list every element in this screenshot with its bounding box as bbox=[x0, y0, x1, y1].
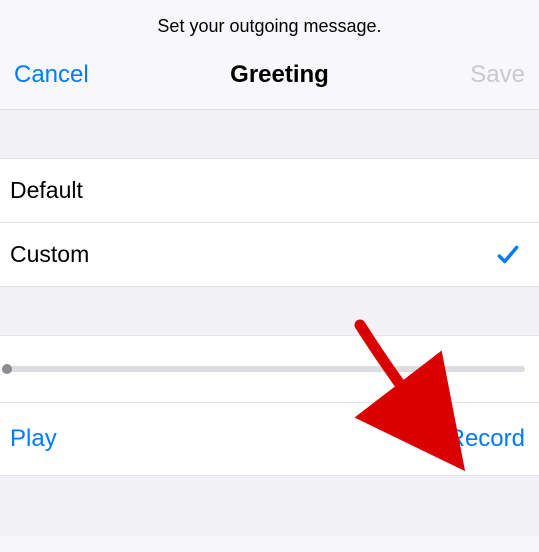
bottom-spacer bbox=[0, 476, 539, 536]
playback-slider-handle[interactable] bbox=[2, 364, 12, 374]
subtitle-text: Set your outgoing message. bbox=[0, 0, 539, 61]
cancel-button[interactable]: Cancel bbox=[14, 61, 89, 89]
page-title: Greeting bbox=[230, 61, 329, 89]
playback-slider[interactable] bbox=[2, 366, 525, 372]
option-custom-label: Custom bbox=[10, 241, 89, 268]
option-default-row[interactable]: Default bbox=[0, 159, 539, 223]
playback-actions-row: Play Record bbox=[0, 403, 539, 476]
option-default-label: Default bbox=[10, 177, 83, 204]
navbar: Cancel Greeting Save bbox=[0, 61, 539, 110]
greeting-options-list: Default Custom bbox=[0, 158, 539, 287]
playback-slider-row bbox=[0, 335, 539, 403]
option-custom-row[interactable]: Custom bbox=[0, 223, 539, 286]
section-spacer bbox=[0, 110, 539, 158]
save-button: Save bbox=[470, 61, 525, 89]
section-spacer bbox=[0, 287, 539, 335]
record-button[interactable]: Record bbox=[448, 425, 525, 453]
play-button[interactable]: Play bbox=[10, 425, 57, 453]
checkmark-icon bbox=[495, 242, 521, 268]
